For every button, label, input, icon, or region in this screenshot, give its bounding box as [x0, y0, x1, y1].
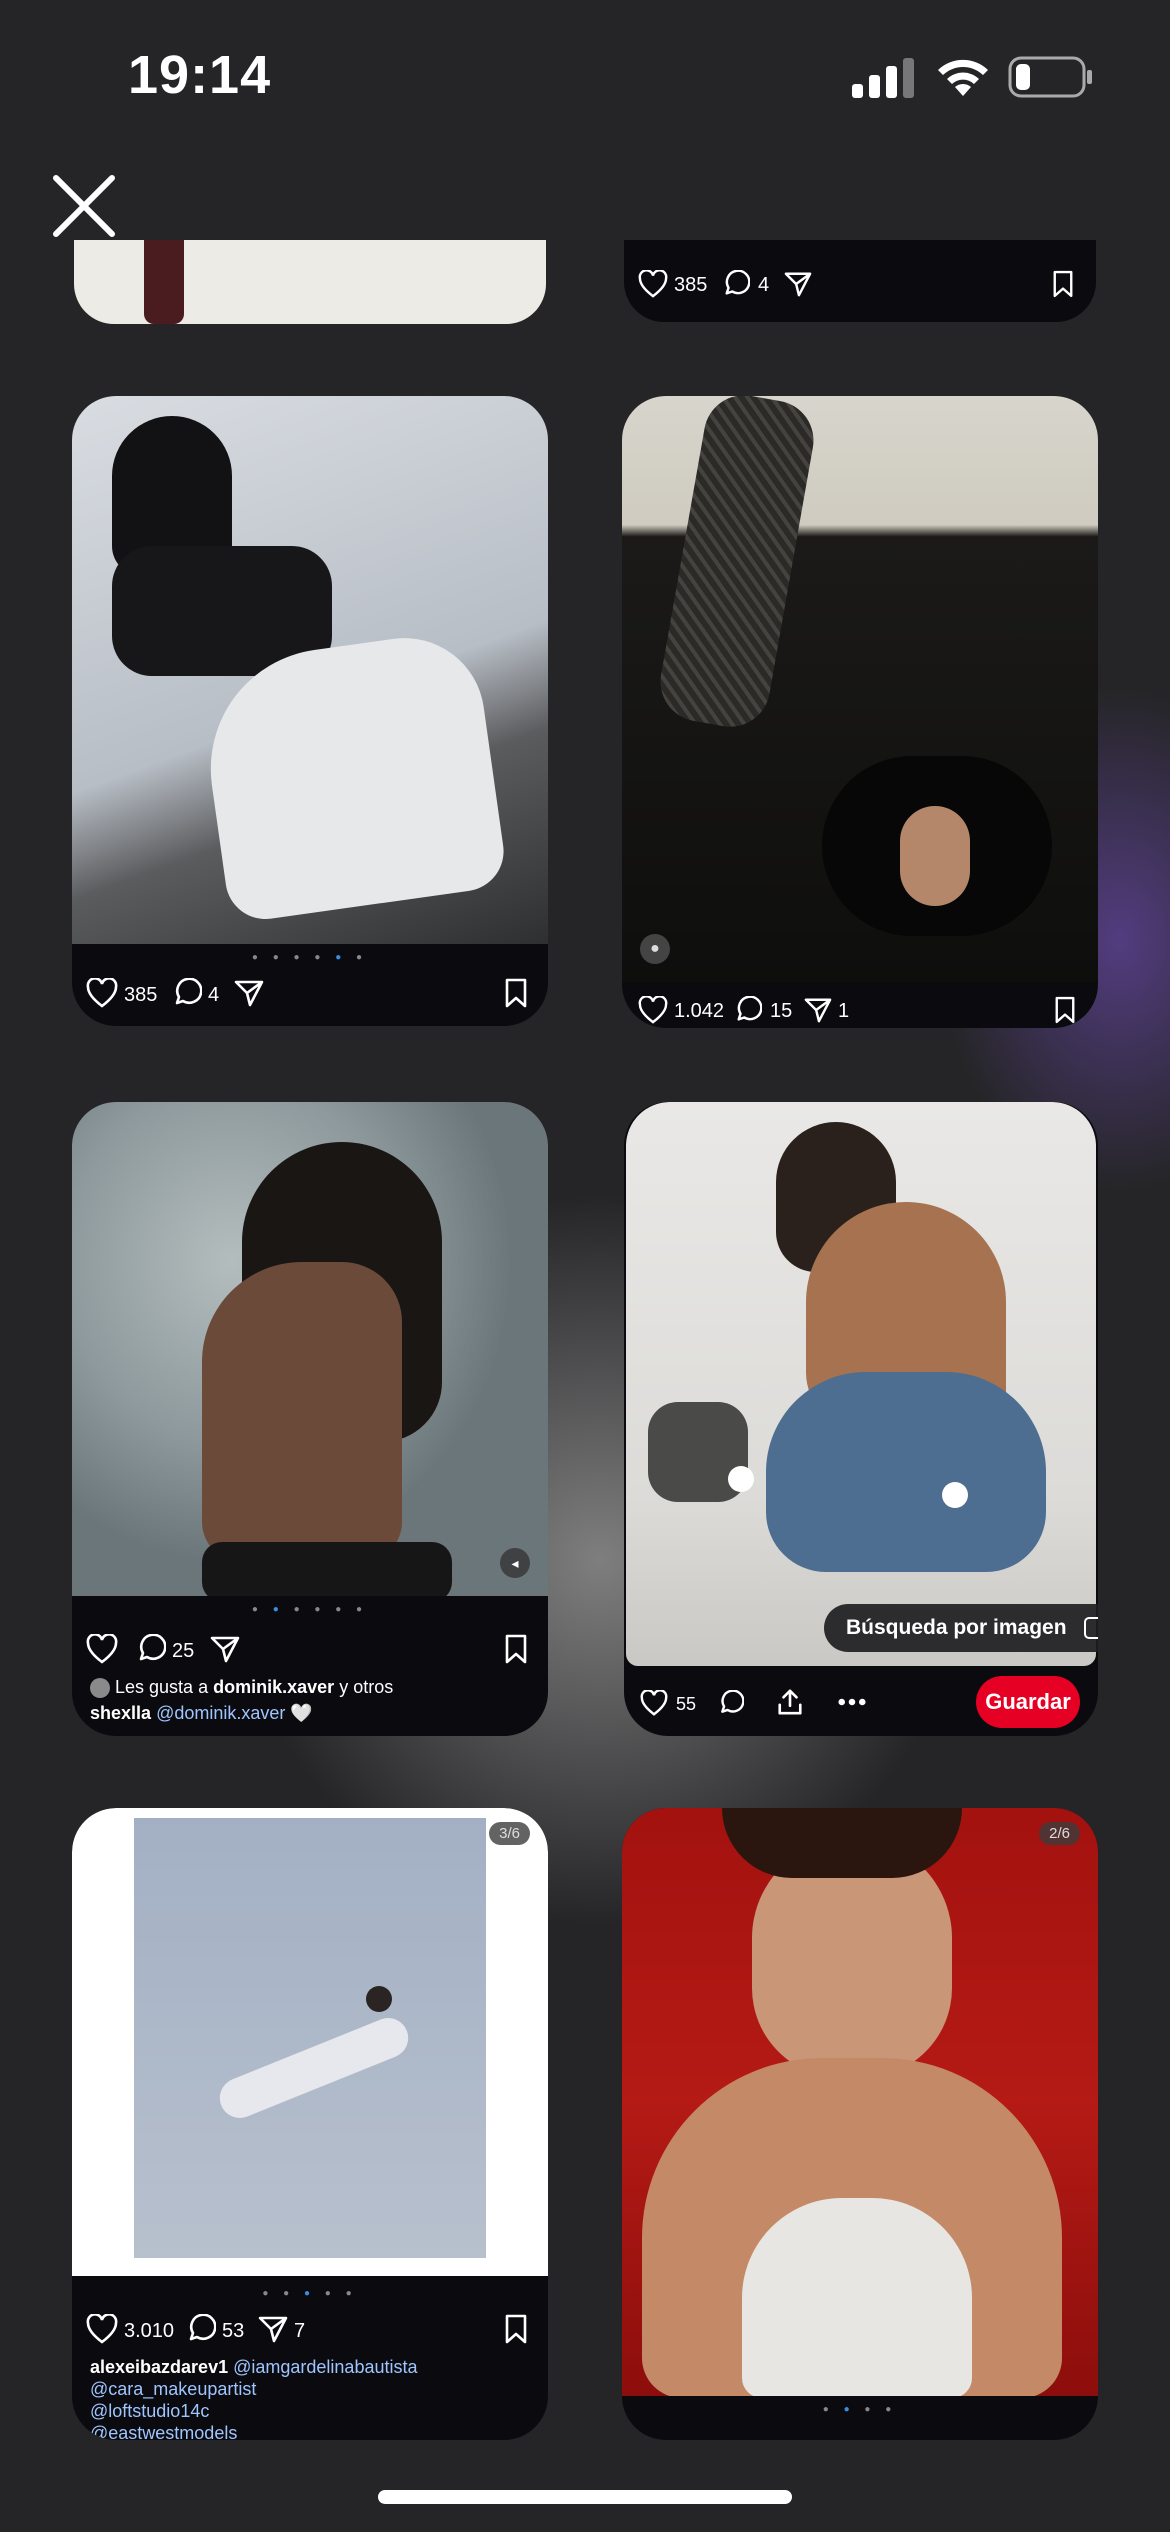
post-card-partial-left[interactable] [74, 240, 546, 324]
visual-search-label: Búsqueda por imagen [846, 1616, 1067, 1639]
heart-icon[interactable] [86, 978, 118, 1008]
comment-icon[interactable] [172, 978, 202, 1008]
heart-icon[interactable] [638, 996, 668, 1024]
heart-icon[interactable] [638, 270, 668, 298]
like-count: 3.010 [124, 2320, 175, 2342]
photo-figure [900, 806, 970, 906]
photo-inner [134, 1818, 486, 2258]
carousel-dots: ● ● ● ● ● ● [251, 1604, 369, 1615]
post-card[interactable]: ◂ ● ● ● ● ● ● 25 Les gusta a dominik.xav… [72, 1102, 548, 1736]
photo-figure [213, 2011, 415, 2125]
bookmark-icon[interactable] [1054, 996, 1076, 1024]
bookmark-icon[interactable] [504, 2314, 528, 2344]
comment-count: 25 [172, 1640, 195, 1662]
post-image [72, 396, 548, 944]
liked-by-user[interactable]: dominik.xaver [213, 1677, 334, 1697]
carousel-counter: 2/6 [1039, 1822, 1080, 1845]
caption-mention[interactable]: @loftstudio14c [90, 2400, 209, 2422]
heart-icon[interactable] [86, 2314, 118, 2344]
heart-icon[interactable] [86, 1634, 118, 1664]
visual-search-button[interactable]: Búsqueda por imagen [824, 1604, 1098, 1652]
post-card-partial-right[interactable]: 385 4 [624, 240, 1096, 322]
photo-figure [654, 396, 820, 734]
product-tag-dot[interactable] [728, 1466, 754, 1492]
status-bar: 19:14 [0, 0, 1170, 150]
like-count: 385 [674, 274, 708, 296]
share-icon[interactable] [804, 996, 832, 1024]
post-caption: alexeibazdarev1 @iamgardelinabautista [90, 2356, 418, 2378]
post-image: 3/6 [72, 1808, 548, 2276]
home-indicator[interactable] [378, 2490, 792, 2504]
photo-figure [722, 1808, 962, 1878]
post-card[interactable]: ● ● ● ● ● ● 385 4 [72, 396, 548, 1026]
cellular-signal-icon [852, 58, 914, 98]
more-icon[interactable] [838, 1697, 866, 1707]
share-icon[interactable] [784, 270, 812, 298]
post-image: 2/6 [622, 1808, 1098, 2396]
photo-figure [766, 1372, 1046, 1572]
liked-by-text: Les gusta a dominik.xaver y otros [90, 1676, 394, 1699]
lens-icon [1084, 1617, 1098, 1640]
close-icon[interactable] [48, 170, 120, 242]
post-image [144, 240, 184, 324]
profile-icon[interactable]: ● [640, 934, 670, 964]
comment-icon[interactable] [186, 2314, 216, 2344]
photo-figure [202, 1262, 402, 1562]
status-time: 19:14 [128, 45, 272, 105]
caption-username[interactable]: alexeibazdarev1 [90, 2357, 228, 2377]
share-icon[interactable] [234, 978, 264, 1008]
caption-emoji: 🤍 [290, 1703, 313, 1723]
liked-by-suffix: y otros [339, 1677, 394, 1697]
post-image [622, 396, 1098, 982]
post-caption: shexlla @dominik.xaver 🤍 [90, 1702, 313, 1724]
bookmark-icon[interactable] [1052, 270, 1074, 298]
bookmark-icon[interactable] [504, 1634, 528, 1664]
carousel-dots: ● ● ● ● [822, 2404, 898, 2415]
photo-figure [742, 2198, 972, 2396]
comment-count: 4 [208, 984, 220, 1006]
avatar [90, 1678, 110, 1699]
post-card[interactable]: ● 1.042 15 1 [622, 396, 1098, 1028]
upload-icon[interactable] [776, 1688, 804, 1716]
like-count: 1.042 [674, 1000, 725, 1022]
comment-icon[interactable] [718, 1690, 744, 1716]
share-count: 1 [838, 1000, 850, 1022]
share-icon[interactable] [258, 2314, 288, 2344]
save-button[interactable]: Guardar [976, 1676, 1080, 1728]
caption-mention[interactable]: @cara_makeupartist [90, 2378, 256, 2400]
comment-count: 53 [222, 2320, 245, 2342]
bookmark-icon[interactable] [504, 978, 528, 1008]
heart-icon[interactable] [640, 1690, 668, 1716]
caption-mention[interactable]: @eastwestmodels [90, 2422, 237, 2440]
carousel-counter: 3/6 [489, 1822, 530, 1845]
like-count: 385 [124, 984, 158, 1006]
post-card[interactable]: Búsqueda por imagen 55 Guardar [624, 1102, 1098, 1736]
share-count: 7 [294, 2320, 306, 2342]
comment-count: 4 [758, 274, 770, 296]
comment-icon[interactable] [136, 1634, 166, 1664]
audio-icon[interactable]: ◂ [500, 1548, 530, 1578]
comment-icon[interactable] [722, 270, 750, 298]
post-image [72, 1102, 548, 1596]
post-card[interactable]: 3/6 ● ● ● ● ● 3.010 53 7 alexeibazdarev1… [72, 1808, 548, 2440]
post-card[interactable]: 2/6 ● ● ● ● [622, 1808, 1098, 2440]
battery-icon [1008, 56, 1092, 98]
carousel-dots: ● ● ● ● ● ● [251, 952, 369, 963]
caption-mention[interactable]: @dominik.xaver [156, 1703, 285, 1723]
wifi-icon [938, 59, 988, 96]
carousel-dots: ● ● ● ● ● [262, 2288, 358, 2299]
product-tag-dot[interactable] [942, 1482, 968, 1508]
photo-figure [366, 1986, 392, 2012]
post-image [626, 1102, 1096, 1666]
like-count: 55 [676, 1694, 697, 1714]
share-icon[interactable] [210, 1634, 240, 1664]
photo-figure [202, 1542, 452, 1596]
comment-icon[interactable] [734, 996, 762, 1024]
comment-count: 15 [770, 1000, 793, 1022]
caption-mention[interactable]: @iamgardelinabautista [233, 2357, 417, 2377]
liked-by-prefix: Les gusta a [115, 1677, 209, 1697]
caption-username[interactable]: shexlla [90, 1703, 151, 1723]
